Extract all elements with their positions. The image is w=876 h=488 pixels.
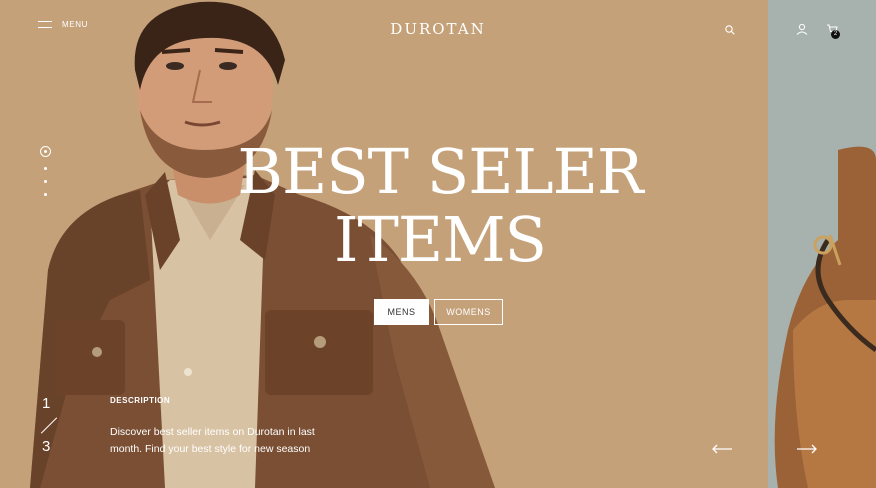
slide-dots: [40, 146, 51, 196]
arrow-right-icon: [797, 444, 817, 454]
pager-current: 1: [42, 395, 51, 412]
hero-banner: MENU BEST SELER ITEMS MENS WOMENS 1 3 DE…: [0, 0, 768, 488]
womens-button[interactable]: WOMENS: [434, 299, 503, 325]
next-slide-button[interactable]: [796, 442, 818, 460]
bag-image: [774, 146, 876, 488]
slide-dot[interactable]: [44, 167, 47, 170]
headline-line-1: BEST SELER: [237, 135, 643, 208]
slide-dot-active[interactable]: [40, 146, 51, 157]
search-icon: [725, 25, 735, 35]
account-button[interactable]: [796, 22, 808, 40]
cart-count-badge: 2: [831, 30, 840, 39]
brand-logo[interactable]: DUROTAN: [0, 20, 876, 38]
search-button[interactable]: [725, 22, 735, 40]
description-text: Discover best seller items on Durotan in…: [110, 426, 315, 455]
arrow-left-icon: [712, 444, 732, 454]
slide-dot[interactable]: [44, 180, 47, 183]
prev-slide-button[interactable]: [711, 442, 733, 460]
headline-line-2: ITEMS: [333, 203, 547, 276]
headline: BEST SELER ITEMS: [180, 138, 700, 274]
description-title: DESCRIPTION: [110, 396, 171, 405]
mens-button[interactable]: MENS: [374, 299, 429, 325]
pager-total: 3: [42, 438, 51, 455]
user-icon: [796, 23, 808, 35]
slide-dot[interactable]: [44, 193, 47, 196]
next-slide-preview: [768, 0, 876, 488]
